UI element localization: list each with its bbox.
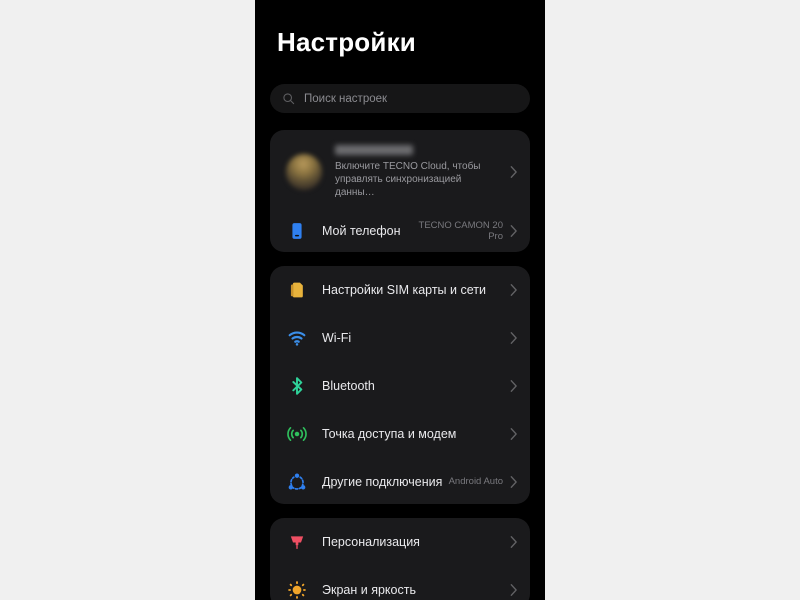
row-label: Bluetooth xyxy=(322,378,375,393)
sim-card-icon xyxy=(286,279,308,301)
row-my-phone[interactable]: Мой телефон TECNO CAMON 20 Pro xyxy=(270,207,530,252)
row-wifi[interactable]: Wi-Fi xyxy=(270,314,530,362)
screenshot-canvas: Настройки Поиск настроек Включите TECNO … xyxy=(0,0,800,600)
chevron-right-icon xyxy=(510,332,517,344)
row-label: Персонализация xyxy=(322,534,420,549)
hotspot-icon xyxy=(286,423,308,445)
chevron-right-icon xyxy=(510,225,517,237)
account-text: Включите TECNO Cloud, чтобы управлять си… xyxy=(335,144,503,199)
row-display-brightness[interactable]: Экран и яркость xyxy=(270,566,530,600)
row-sim-settings[interactable]: Настройки SIM карты и сети xyxy=(270,266,530,314)
row-bluetooth[interactable]: Bluetooth xyxy=(270,362,530,410)
account-row[interactable]: Включите TECNO Cloud, чтобы управлять си… xyxy=(270,130,530,207)
row-value: Android Auto xyxy=(448,476,503,488)
chevron-right-icon xyxy=(510,476,517,488)
search-icon xyxy=(283,93,295,105)
row-label: Мой телефон xyxy=(322,223,401,238)
search-input[interactable]: Поиск настроек xyxy=(270,84,530,113)
page-title: Настройки xyxy=(277,27,416,57)
network-card: Настройки SIM карты и сети Wi-Fi Bluetoo… xyxy=(270,266,530,504)
chevron-right-icon xyxy=(510,428,517,440)
row-hotspot-tethering[interactable]: Точка доступа и модем xyxy=(270,410,530,458)
brightness-icon xyxy=(286,579,308,600)
account-description: Включите TECNO Cloud, чтобы управлять си… xyxy=(335,161,481,198)
chevron-right-icon xyxy=(510,380,517,392)
row-other-connections[interactable]: Другие подключения Android Auto xyxy=(270,458,530,504)
account-name-redacted xyxy=(335,145,413,155)
display-card: Персонализация Экран и яркость xyxy=(270,518,530,600)
account-card: Включите TECNO Cloud, чтобы управлять си… xyxy=(270,130,530,252)
chevron-right-icon xyxy=(510,284,517,296)
phone-screen: Настройки Поиск настроек Включите TECNO … xyxy=(255,0,545,600)
row-label: Настройки SIM карты и сети xyxy=(322,282,486,297)
row-label: Wi-Fi xyxy=(322,330,352,345)
chevron-right-icon xyxy=(510,584,517,596)
brush-icon xyxy=(286,531,308,553)
row-label: Экран и яркость xyxy=(322,582,416,597)
other-connections-icon xyxy=(286,471,308,493)
chevron-right-icon xyxy=(510,165,517,178)
avatar xyxy=(286,153,322,190)
row-label: Другие подключения xyxy=(322,474,443,489)
phone-icon xyxy=(286,220,308,242)
row-value: TECNO CAMON 20 Pro xyxy=(418,219,503,243)
row-personalization[interactable]: Персонализация xyxy=(270,518,530,566)
wifi-icon xyxy=(286,327,308,349)
row-label: Точка доступа и модем xyxy=(322,426,457,441)
search-placeholder: Поиск настроек xyxy=(304,92,388,105)
chevron-right-icon xyxy=(510,536,517,548)
bluetooth-icon xyxy=(286,375,308,397)
